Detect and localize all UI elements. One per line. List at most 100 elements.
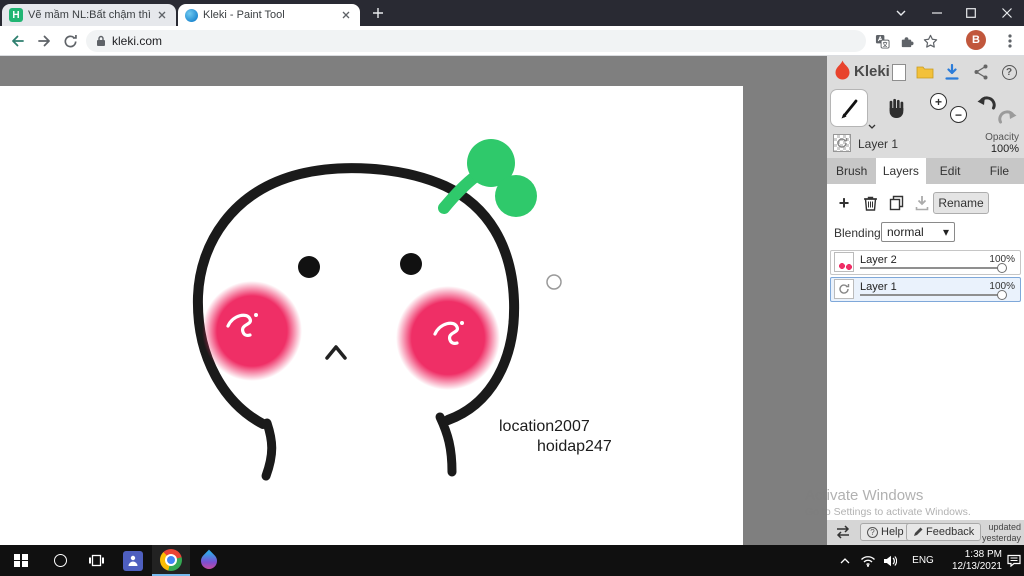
canvas-text: location2007 — [499, 418, 590, 435]
browser-tab-hoidap[interactable]: H Vẽ mầm NL:Bất chậm thì tại cach — [2, 4, 176, 26]
feedback-label: Feedback — [926, 526, 975, 538]
redo-button[interactable] — [997, 108, 1017, 130]
share-button[interactable] — [971, 62, 991, 82]
tab-close-icon[interactable] — [155, 8, 169, 22]
taskbar: ENG 1:38 PM 12/13/2021 — [0, 545, 1024, 576]
brush-options-chevron-icon[interactable] — [868, 116, 876, 134]
search-button[interactable] — [42, 545, 78, 576]
brush-tool-button[interactable] — [831, 90, 867, 126]
layer-row-layer1-selected[interactable]: Layer 1 100% — [830, 277, 1021, 302]
browser-tab-kleki[interactable]: Kleki - Paint Tool — [178, 4, 360, 26]
brush-cursor — [546, 274, 562, 290]
kleki-panel: Kleki ? + − Layer 1 Opacity 100% Brush L… — [827, 56, 1024, 545]
layer-thumbnail — [834, 279, 854, 299]
paint-canvas[interactable]: location2007 hoidap247 — [0, 86, 743, 545]
panel-bottom-bar: ? Help Feedback updated yesterday — [827, 520, 1024, 545]
extensions-icon[interactable] — [898, 33, 914, 49]
window-close-button[interactable] — [990, 0, 1024, 26]
blending-label: Blending — [834, 226, 881, 240]
layer-opacity-slider[interactable] — [860, 267, 1000, 269]
hand-tool-button[interactable] — [883, 94, 909, 122]
kleki-logo-icon — [835, 60, 850, 80]
tab-file[interactable]: File — [975, 158, 1024, 184]
character-drawing — [192, 139, 562, 481]
wifi-icon[interactable] — [858, 545, 878, 576]
help-label: Help — [881, 526, 904, 538]
new-image-button[interactable] — [889, 62, 909, 82]
action-center-icon[interactable] — [1004, 545, 1024, 576]
folder-icon — [916, 66, 934, 79]
refresh-icon — [839, 284, 850, 294]
new-tab-button[interactable] — [370, 5, 386, 21]
tab-search-icon[interactable] — [884, 0, 918, 26]
chrome-taskbar-button[interactable] — [152, 545, 190, 576]
kleki-favicon-icon — [185, 8, 198, 22]
kleki-brand: Kleki — [854, 63, 890, 80]
address-bar[interactable]: kleki.com — [86, 30, 866, 52]
task-view-button[interactable] — [78, 545, 114, 576]
kleki-app-button[interactable] — [190, 545, 228, 576]
help-pill-button[interactable]: ? Help — [860, 523, 911, 541]
active-layer-thumbnail[interactable] — [833, 134, 851, 152]
bookmark-star-icon[interactable] — [922, 33, 938, 49]
save-download-button[interactable] — [942, 62, 962, 82]
updated-status: updated yesterday — [981, 522, 1021, 543]
blending-select[interactable]: normal ▾ — [881, 222, 955, 242]
pencil-icon — [914, 527, 923, 536]
refresh-icon — [837, 138, 848, 148]
tab-brush[interactable]: Brush — [827, 158, 876, 184]
tab-edit[interactable]: Edit — [926, 158, 975, 184]
volume-icon[interactable] — [880, 545, 900, 576]
page-icon — [892, 63, 906, 81]
layer-opacity-knob[interactable] — [997, 263, 1007, 273]
rename-button[interactable]: Rename — [933, 192, 989, 214]
window-maximize-button[interactable] — [954, 0, 988, 26]
add-layer-button[interactable]: + — [833, 192, 855, 214]
window-minimize-button[interactable] — [920, 0, 954, 26]
tab-title: Vẽ mầm NL:Bất chậm thì tại cach — [28, 9, 150, 21]
layer-opacity-knob[interactable] — [997, 290, 1007, 300]
redo-icon — [998, 110, 1017, 124]
zoom-out-button[interactable]: − — [950, 106, 967, 123]
feedback-pill-button[interactable]: Feedback — [906, 523, 982, 541]
opacity-value[interactable]: 100% — [991, 143, 1019, 155]
translate-icon[interactable] — [874, 33, 890, 49]
active-layer-name: Layer 1 — [858, 137, 899, 151]
layer-opacity-slider[interactable] — [860, 294, 1000, 296]
open-file-button[interactable] — [915, 62, 935, 82]
browser-toolbar: kleki.com B — [0, 26, 1024, 56]
teams-button[interactable] — [114, 545, 152, 576]
swap-arrows-icon[interactable] — [834, 525, 852, 544]
language-indicator[interactable]: ENG — [906, 545, 940, 576]
tab-close-icon[interactable] — [339, 8, 353, 22]
tab-layers[interactable]: Layers — [876, 158, 926, 184]
browser-menu-icon[interactable] — [1002, 33, 1018, 49]
merge-layer-button[interactable] — [911, 192, 933, 214]
duplicate-layer-button[interactable] — [885, 192, 907, 214]
layer-row-layer2[interactable]: Layer 2 100% — [830, 250, 1021, 275]
zoom-in-button[interactable]: + — [930, 93, 947, 110]
brush-icon — [841, 99, 858, 119]
profile-avatar[interactable]: B — [966, 30, 986, 50]
clock[interactable]: 1:38 PM 12/13/2021 — [940, 545, 1002, 576]
desktop: H Vẽ mầm NL:Bất chậm thì tại cach Kleki … — [0, 0, 1024, 576]
delete-layer-button[interactable] — [859, 192, 881, 214]
help-button[interactable]: ? — [999, 62, 1019, 82]
hand-icon — [889, 98, 904, 118]
task-view-icon — [88, 554, 104, 567]
paint-drop-icon — [197, 549, 221, 572]
reload-button[interactable] — [58, 29, 82, 53]
hoidap-favicon-icon: H — [9, 8, 23, 22]
undo-button[interactable] — [977, 94, 997, 116]
start-button[interactable] — [0, 545, 42, 576]
select-arrow-icon: ▾ — [942, 225, 949, 239]
canvas-text: hoidap247 — [537, 438, 612, 455]
date-text: 12/13/2021 — [951, 561, 1002, 572]
browser-titlebar: H Vẽ mầm NL:Bất chậm thì tại cach Kleki … — [0, 0, 1024, 26]
chrome-icon — [160, 548, 182, 571]
forward-button[interactable] — [32, 29, 56, 53]
windows-logo-icon — [14, 553, 28, 568]
back-button[interactable] — [6, 29, 30, 53]
url-text: kleki.com — [112, 34, 163, 48]
tray-chevron-up-icon[interactable] — [836, 545, 854, 576]
